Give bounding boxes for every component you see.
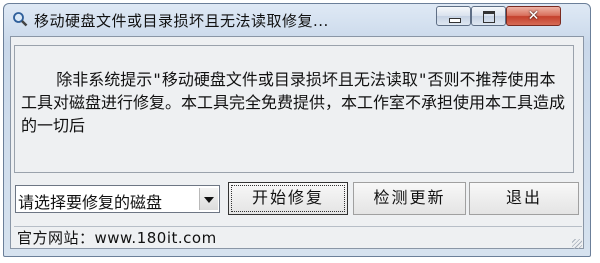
- resize-grip-icon[interactable]: [572, 239, 582, 249]
- app-window: 移动硬盘文件或目录损坏且无法读取修复... ✕ 除非系统提示"移动硬盘文件或目录…: [3, 3, 591, 257]
- title-bar[interactable]: 移动硬盘文件或目录损坏且无法读取修复... ✕: [4, 4, 590, 34]
- website-label: 官方网站：www.180it.com: [17, 229, 217, 247]
- exit-button[interactable]: 退出: [469, 182, 579, 215]
- maximize-icon: [483, 11, 495, 23]
- check-update-button[interactable]: 检测更新: [353, 182, 466, 215]
- window-title: 移动硬盘文件或目录损坏且无法读取修复...: [34, 12, 329, 30]
- close-button[interactable]: ✕: [506, 6, 561, 26]
- minimize-button[interactable]: [436, 6, 471, 26]
- status-bar: 官方网站：www.180it.com: [14, 226, 582, 249]
- disk-select-value: 请选择要修复的磁盘: [18, 193, 163, 212]
- info-message: 除非系统提示"移动硬盘文件或目录损坏且无法读取"否则不推荐使用本工具对磁盘进行修…: [14, 45, 574, 173]
- minimize-icon: [449, 18, 461, 23]
- magnifier-icon: [12, 11, 28, 27]
- start-repair-button[interactable]: 开始修复: [228, 182, 348, 215]
- disk-select-dropdown[interactable]: 请选择要修复的磁盘: [15, 185, 220, 213]
- dropdown-arrow-button[interactable]: [199, 188, 218, 210]
- close-icon: ✕: [527, 8, 540, 24]
- client-area: 除非系统提示"移动硬盘文件或目录损坏且无法读取"否则不推荐使用本工具对磁盘进行修…: [10, 36, 584, 249]
- maximize-button[interactable]: [471, 6, 506, 26]
- chevron-down-icon: [204, 197, 214, 203]
